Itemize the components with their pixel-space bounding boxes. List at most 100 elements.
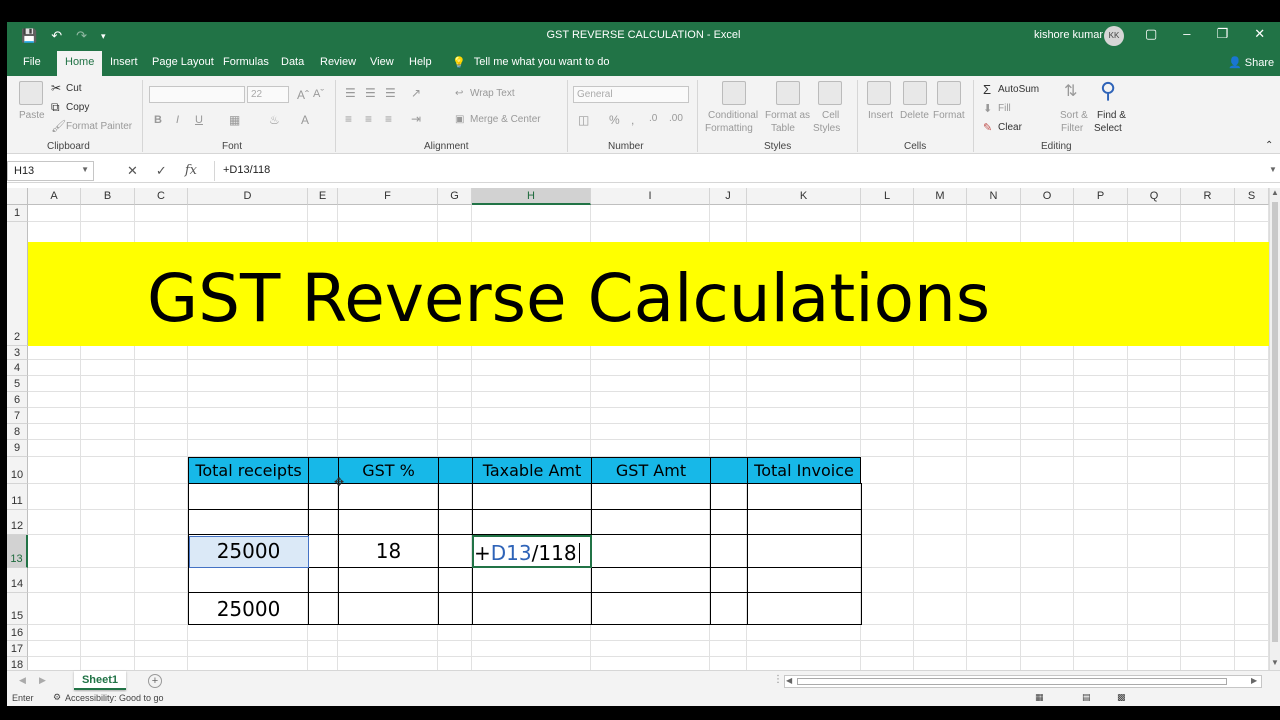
chevron-down-icon[interactable]: ▼ [81,165,89,174]
column-header-g[interactable]: G [438,188,472,205]
column-header-n[interactable]: N [967,188,1021,205]
accounting-format-icon[interactable]: ◫ [578,113,589,127]
table-cell[interactable] [472,509,592,535]
tab-home[interactable]: Home [57,51,103,76]
table-cell[interactable] [591,509,711,535]
conditional-formatting-label-2[interactable]: Formatting [705,123,753,134]
vertical-scrollbar[interactable]: ▲ ▼ [1269,188,1280,670]
column-header-f[interactable]: F [338,188,438,205]
tell-me-box[interactable]: 💡 Tell me what you want to do [452,56,609,69]
format-painter-button[interactable]: Format Painter [66,121,132,132]
select-all-corner[interactable] [7,188,28,205]
table-cell[interactable] [188,483,309,510]
collapse-ribbon-icon[interactable]: ⌃ [1265,140,1273,151]
copy-button[interactable]: Copy [66,102,89,113]
close-icon[interactable]: ✕ [1254,26,1265,42]
sheet-nav-next-icon[interactable]: ▶ [39,675,46,686]
column-header-a[interactable]: A [28,188,81,205]
row-header-16[interactable]: 16 [7,625,28,641]
align-left-icon[interactable]: ≡ [345,112,352,126]
confirm-entry-icon[interactable]: ✓ [156,163,167,179]
tab-review[interactable]: Review [320,56,356,68]
sort-filter-label-2[interactable]: Filter [1061,123,1083,134]
indent-icon[interactable]: ⇥ [411,112,421,126]
header-gst-amt[interactable]: GST Amt [591,457,711,484]
cell-styles-icon[interactable] [818,81,842,105]
merge-center-button[interactable]: Merge & Center [470,114,541,125]
table-cell[interactable] [710,567,748,593]
font-name-dropdown[interactable] [149,86,245,103]
sort-filter-icon[interactable]: ⇅ [1064,81,1077,101]
minimize-icon[interactable]: – [1183,26,1190,42]
table-cell[interactable] [472,567,592,593]
row-header-14[interactable]: 14 [7,568,28,593]
tab-view[interactable]: View [370,56,394,68]
row-header-12[interactable]: 12 [7,510,28,535]
header-gst-pct[interactable]: GST % [338,457,439,484]
row-header-17[interactable]: 17 [7,641,28,657]
table-cell[interactable] [710,509,748,535]
insert-function-icon[interactable]: fx [185,163,197,179]
decrease-decimal-icon[interactable]: .00 [669,113,683,124]
search-icon[interactable]: ⚲ [1100,78,1116,104]
tab-file[interactable]: File [23,56,41,68]
table-cell[interactable] [747,483,862,510]
table-cell[interactable] [338,567,439,593]
column-header-p[interactable]: P [1074,188,1128,205]
vertical-scroll-thumb[interactable] [1272,202,1278,642]
comma-style-icon[interactable]: , [631,113,634,127]
table-cell[interactable] [747,567,862,593]
table-cell[interactable] [747,592,862,625]
format-cells-icon[interactable] [937,81,961,105]
column-header-c[interactable]: C [135,188,188,205]
table-cell[interactable] [591,592,711,625]
header-total-receipts[interactable]: Total receipts [188,457,309,484]
cell-d13[interactable]: 25000 [188,535,309,568]
tab-formulas[interactable]: Formulas [223,56,269,68]
worksheet-grid[interactable]: ABCDEFGHIJKLMNOPQRS 1 2 3 4 5 6 7 8 9 10 11 12 13 14 1… [7,188,1269,670]
table-cell[interactable] [188,567,309,593]
row-header-13[interactable]: 13 [7,535,28,568]
cell-h13-editor[interactable]: +D13/118 [474,541,580,565]
header-empty-j[interactable] [710,457,748,484]
bold-icon[interactable]: B [154,114,162,126]
row-header-8[interactable]: 8 [7,424,28,440]
table-cell[interactable] [438,509,473,535]
row-header-10[interactable]: 10 [7,457,28,484]
number-format-dropdown[interactable]: General [573,86,689,103]
table-cell[interactable] [438,534,473,568]
expand-formula-icon[interactable]: ▼ [1269,165,1277,174]
font-color-icon[interactable]: A [301,113,309,127]
table-cell[interactable] [747,509,862,535]
italic-icon[interactable]: I [176,114,179,126]
clear-button[interactable]: Clear [998,122,1022,133]
conditional-formatting-label-1[interactable]: Conditional [708,110,758,121]
row-header-18[interactable]: 18 [7,657,28,670]
tab-help[interactable]: Help [409,56,432,68]
table-cell[interactable] [338,483,439,510]
orientation-icon[interactable]: ↗ [411,86,421,100]
column-header-s[interactable]: S [1235,188,1269,205]
user-name[interactable]: kishore kumar [1034,29,1103,41]
scroll-left-icon[interactable]: ◀ [786,676,792,685]
ribbon-display-icon[interactable]: ▢ [1145,26,1157,42]
wrap-text-button[interactable]: Wrap Text [470,88,515,99]
scroll-down-icon[interactable]: ▼ [1271,658,1279,667]
table-cell[interactable] [338,509,439,535]
table-cell[interactable] [710,592,748,625]
table-cell[interactable] [308,509,339,535]
table-cell[interactable] [438,483,473,510]
sort-filter-label-1[interactable]: Sort & [1060,110,1088,121]
middle-align-icon[interactable]: ☰ [365,86,376,100]
column-header-q[interactable]: Q [1128,188,1181,205]
increase-font-icon[interactable]: Aˆ [297,88,309,102]
tab-data[interactable]: Data [281,56,304,68]
table-cell[interactable] [472,483,592,510]
normal-view-icon[interactable]: ▦ [1035,692,1044,703]
tab-insert[interactable]: Insert [110,56,138,68]
table-cell[interactable] [308,567,339,593]
decrease-font-icon[interactable]: Aˇ [313,88,324,100]
cell-styles-label-2[interactable]: Styles [813,123,840,134]
table-cell[interactable] [591,567,711,593]
delete-cells-button[interactable]: Delete [900,110,929,121]
